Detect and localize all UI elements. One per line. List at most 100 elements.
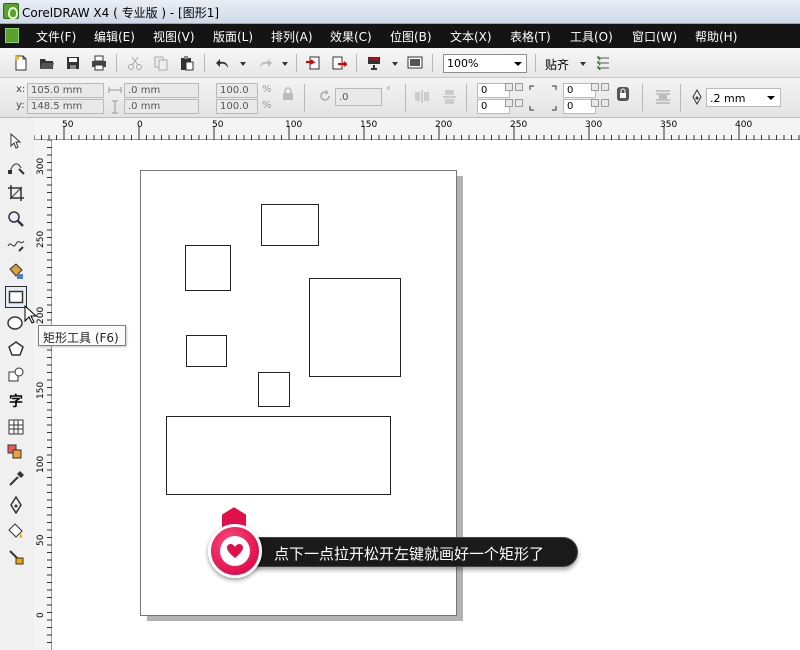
table-tool-icon[interactable] xyxy=(5,416,27,438)
menu-table[interactable]: 表格(T) xyxy=(510,28,551,45)
import-icon[interactable] xyxy=(304,54,322,72)
lock-ratio-icon[interactable] xyxy=(282,87,296,101)
menu-arrange[interactable]: 排列(A) xyxy=(271,28,313,45)
outline-width-value: .2 mm xyxy=(710,92,746,105)
drawn-rectangle[interactable] xyxy=(258,372,290,407)
corner-bl-spinner[interactable] xyxy=(505,99,513,107)
menu-file[interactable]: 文件(F) xyxy=(36,28,76,45)
chevron-down-icon xyxy=(514,62,522,66)
open-icon[interactable] xyxy=(38,54,56,72)
basic-shapes-tool-icon[interactable] xyxy=(5,364,27,386)
zoom-level-combo[interactable]: 100% xyxy=(443,54,527,73)
menu-help[interactable]: 帮助(H) xyxy=(695,28,737,45)
rectangle-tool-tooltip: 矩形工具 (F6) xyxy=(38,325,126,346)
x-position-label: x: xyxy=(16,84,26,95)
scale-x-field[interactable]: 100.0 xyxy=(216,83,258,98)
fill-tool-icon[interactable] xyxy=(5,520,27,542)
toolbar-separator xyxy=(304,84,305,112)
menu-bitmaps[interactable]: 位图(B) xyxy=(390,28,432,45)
outline-tool-icon[interactable] xyxy=(5,494,27,516)
undo-icon[interactable] xyxy=(214,54,232,72)
freehand-tool-icon[interactable] xyxy=(5,234,27,256)
menu-text[interactable]: 文本(X) xyxy=(450,28,492,45)
interactive-fill-tool-icon[interactable] xyxy=(5,546,27,568)
ruler-label: 300 xyxy=(36,157,46,175)
drawn-rectangle[interactable] xyxy=(166,416,391,495)
outline-width-combo[interactable]: .2 mm xyxy=(706,88,781,107)
y-position-field[interactable]: 148.5 mm xyxy=(27,99,104,114)
horizontal-ruler[interactable]: 50 0 50 100 150 200 250 300 350 400 xyxy=(34,118,800,140)
ruler-label: 50 xyxy=(62,120,74,130)
drawn-rectangle[interactable] xyxy=(186,335,227,367)
polygon-tool-icon[interactable] xyxy=(5,338,27,360)
cut-icon[interactable] xyxy=(126,54,144,72)
smart-fill-tool-icon[interactable] xyxy=(5,260,27,282)
new-document-icon[interactable] xyxy=(12,54,30,72)
ruler-label: 150 xyxy=(360,120,378,130)
toolbar-separator xyxy=(466,84,467,112)
menu-edit[interactable]: 编辑(E) xyxy=(94,28,135,45)
title-bar: CorelDRAW X4 ( 专业版 ) - [图形1] xyxy=(0,0,800,24)
y-position-label: y: xyxy=(16,100,25,111)
options-icon[interactable] xyxy=(594,54,612,72)
corner-tr-spinner[interactable] xyxy=(591,83,599,91)
wrap-text-icon[interactable] xyxy=(655,89,670,104)
shape-tool-icon[interactable] xyxy=(5,156,27,178)
outline-pen-icon xyxy=(690,88,704,106)
width-field[interactable]: .0 mm xyxy=(124,83,199,98)
height-field[interactable]: .0 mm xyxy=(124,99,199,114)
corner-br-spinner[interactable] xyxy=(601,99,609,107)
drawn-rectangle[interactable] xyxy=(309,278,401,377)
scale-y-percent: % xyxy=(262,100,272,111)
blend-tool-icon[interactable] xyxy=(5,442,27,464)
scale-y-field[interactable]: 100.0 xyxy=(216,99,258,114)
toolbar-separator xyxy=(405,84,406,112)
toolbar-separator xyxy=(432,54,433,72)
welcome-screen-icon[interactable] xyxy=(406,54,424,72)
redo-icon[interactable] xyxy=(256,54,274,72)
corner-tr-spinner[interactable] xyxy=(601,83,609,91)
drawn-rectangle[interactable] xyxy=(185,245,231,291)
crop-tool-icon[interactable] xyxy=(5,182,27,204)
export-icon[interactable] xyxy=(330,54,348,72)
menu-layout[interactable]: 版面(L) xyxy=(213,28,253,45)
pick-tool-icon[interactable] xyxy=(5,130,27,152)
ruler-label: 250 xyxy=(510,120,528,130)
lock-corners-icon[interactable] xyxy=(616,86,630,101)
application-launcher-icon[interactable] xyxy=(365,54,383,72)
snap-to-button[interactable]: 贴齐 xyxy=(545,56,569,73)
ruler-label: 400 xyxy=(735,120,753,130)
zoom-tool-icon[interactable] xyxy=(5,208,27,230)
rotation-field[interactable]: .0 xyxy=(335,88,382,106)
document-icon[interactable] xyxy=(5,28,19,43)
menu-effects[interactable]: 效果(C) xyxy=(330,28,372,45)
corner-tl-spinner[interactable] xyxy=(515,83,523,91)
eyedropper-tool-icon[interactable] xyxy=(5,468,27,490)
ruler-label: 100 xyxy=(285,120,303,130)
snap-dropdown-icon[interactable] xyxy=(580,62,586,66)
save-icon[interactable] xyxy=(64,54,82,72)
copy-icon[interactable] xyxy=(152,54,170,72)
coreldraw-app-icon xyxy=(3,3,19,19)
undo-dropdown-icon[interactable] xyxy=(240,62,246,66)
corner-br-spinner[interactable] xyxy=(591,99,599,107)
toolbar-separator xyxy=(642,84,643,112)
vertical-ruler[interactable]: 300 250 200 150 100 50 0 xyxy=(34,140,52,650)
redo-dropdown-icon[interactable] xyxy=(282,62,288,66)
toolbar-separator xyxy=(204,54,205,72)
mirror-horizontal-icon[interactable] xyxy=(414,89,429,103)
chevron-down-icon xyxy=(767,96,775,100)
corner-bl-spinner[interactable] xyxy=(515,99,523,107)
menu-tools[interactable]: 工具(O) xyxy=(570,28,613,45)
print-icon[interactable] xyxy=(90,54,108,72)
launcher-dropdown-icon[interactable] xyxy=(392,62,398,66)
paste-icon[interactable] xyxy=(178,54,196,72)
menu-view[interactable]: 视图(V) xyxy=(153,28,195,45)
x-position-field[interactable]: 105.0 mm xyxy=(27,83,104,98)
toolbar-separator xyxy=(535,54,536,72)
menu-window[interactable]: 窗口(W) xyxy=(632,28,677,45)
mirror-vertical-icon[interactable] xyxy=(442,89,456,104)
drawn-rectangle[interactable] xyxy=(261,204,319,246)
text-tool-icon[interactable]: 字 xyxy=(5,390,27,412)
corner-tl-spinner[interactable] xyxy=(505,83,513,91)
